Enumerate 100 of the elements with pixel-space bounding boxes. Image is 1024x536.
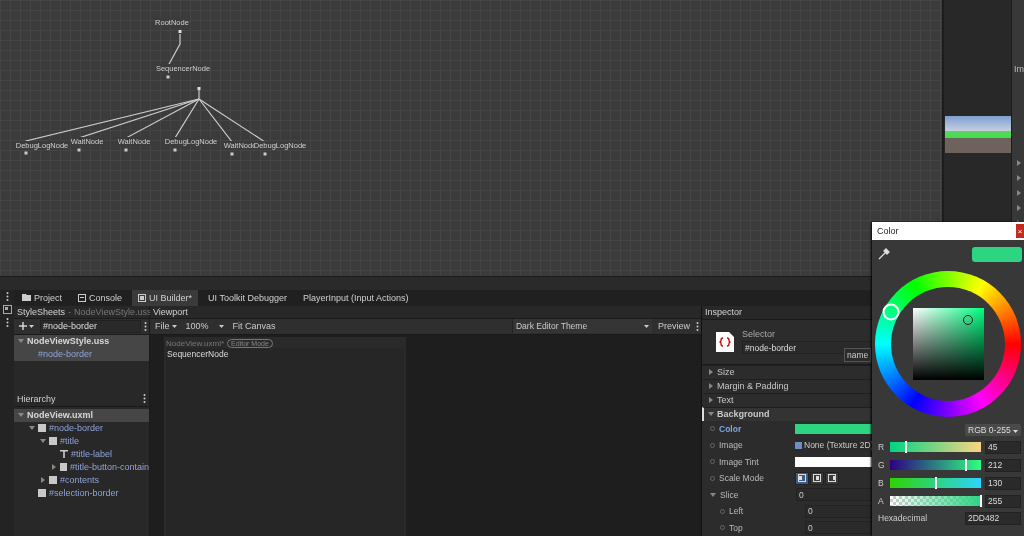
collapsed-arrow-icon[interactable] bbox=[708, 383, 714, 389]
saturation-value-square[interactable] bbox=[912, 308, 984, 380]
port-icon[interactable] bbox=[124, 148, 128, 152]
tree-row[interactable]: NodeView.uxml bbox=[14, 408, 149, 422]
eyedropper-icon[interactable] bbox=[878, 248, 890, 260]
channel-label: B bbox=[878, 478, 885, 488]
collapsed-arrow-icon[interactable] bbox=[1016, 205, 1022, 211]
panel-title: Im bbox=[1013, 64, 1024, 74]
selector-field[interactable]: #node-border bbox=[40, 319, 141, 333]
expanded-arrow-icon[interactable] bbox=[29, 425, 35, 431]
collapsed-arrow-icon[interactable] bbox=[1016, 190, 1022, 196]
override-indicator-icon bbox=[710, 459, 715, 465]
node-title-text: SequencerNode bbox=[167, 348, 229, 359]
panel-tab[interactable]: Project bbox=[16, 289, 68, 306]
scale-mode-button[interactable] bbox=[795, 471, 809, 485]
channel-value-field[interactable]: 255 bbox=[985, 494, 1021, 508]
collapsed-arrow-icon[interactable] bbox=[708, 397, 714, 403]
port-icon[interactable] bbox=[230, 152, 234, 156]
expanded-arrow-icon[interactable] bbox=[18, 338, 24, 344]
console-icon bbox=[78, 293, 86, 302]
channel-value-field[interactable]: 45 bbox=[985, 440, 1021, 454]
port-icon[interactable] bbox=[197, 87, 201, 90]
channel-value-field[interactable]: 212 bbox=[985, 458, 1021, 472]
more-options-icon[interactable] bbox=[144, 321, 147, 331]
more-options-icon[interactable] bbox=[5, 317, 9, 327]
folder-icon bbox=[22, 294, 31, 301]
port-icon[interactable] bbox=[263, 152, 267, 156]
override-indicator-icon bbox=[710, 442, 715, 448]
fit-canvas-button[interactable]: Fit Canvas bbox=[229, 319, 279, 333]
property-label: Top bbox=[729, 522, 744, 533]
tree-row[interactable]: #selection-border bbox=[14, 486, 149, 500]
file-menu[interactable]: File bbox=[152, 319, 180, 333]
channel-label: R bbox=[878, 442, 886, 452]
texture-icon bbox=[795, 441, 802, 449]
tree-item-label: #node-border bbox=[49, 423, 104, 433]
scale-mode-button[interactable] bbox=[810, 471, 824, 485]
tree-item-label: #title bbox=[60, 436, 79, 446]
property-label: Color bbox=[719, 423, 743, 434]
port-icon[interactable] bbox=[24, 151, 28, 155]
tree-row[interactable]: #title-label bbox=[14, 447, 149, 461]
panel-tab[interactable]: UI Toolkit Debugger bbox=[202, 289, 293, 306]
expanded-arrow-icon[interactable] bbox=[40, 438, 46, 444]
channel-slider[interactable] bbox=[890, 478, 981, 488]
window-title: Color bbox=[877, 226, 899, 236]
hex-field[interactable]: 2DD482 bbox=[965, 511, 1021, 525]
tree-row[interactable]: #node-border bbox=[14, 421, 149, 435]
channel-slider[interactable] bbox=[890, 496, 981, 506]
channel-value-field[interactable]: 130 bbox=[985, 476, 1021, 490]
port-icon[interactable] bbox=[77, 148, 81, 152]
add-dropdown-button[interactable] bbox=[16, 319, 37, 333]
window-icon bbox=[138, 293, 147, 302]
port-icon[interactable] bbox=[178, 30, 182, 33]
expanded-arrow-icon[interactable] bbox=[18, 412, 24, 418]
tree-item-label: #title-label bbox=[71, 449, 113, 459]
collapsed-arrow-icon[interactable] bbox=[51, 464, 57, 470]
override-indicator-icon bbox=[710, 426, 715, 432]
slider-thumb[interactable] bbox=[964, 459, 967, 471]
override-indicator-icon bbox=[720, 525, 725, 531]
tree-row[interactable]: #contents bbox=[14, 473, 149, 487]
panel-title: Hierarchy bbox=[17, 393, 56, 404]
scale-mode-button[interactable] bbox=[825, 471, 839, 485]
property-label: Left bbox=[729, 506, 745, 517]
expanded-arrow-icon[interactable] bbox=[708, 411, 714, 417]
slider-thumb[interactable] bbox=[935, 477, 938, 489]
text-element-icon bbox=[60, 450, 68, 458]
port-icon[interactable] bbox=[173, 148, 177, 152]
separator-text: - bbox=[68, 306, 72, 317]
selector-heading: Selector bbox=[742, 329, 777, 339]
caret-icon bbox=[218, 324, 224, 328]
panel-title: StyleSheets bbox=[17, 306, 66, 317]
window-icon[interactable] bbox=[2, 304, 12, 314]
collapsed-arrow-icon[interactable] bbox=[1016, 160, 1022, 166]
preview-button[interactable]: Preview bbox=[655, 319, 693, 333]
property-label: Image Tint bbox=[719, 456, 760, 467]
port-icon[interactable] bbox=[166, 75, 170, 79]
tree-row[interactable]: #title-button-contain bbox=[14, 460, 149, 474]
more-options-icon[interactable] bbox=[5, 291, 9, 301]
theme-dropdown[interactable]: Dark Editor Theme bbox=[512, 319, 652, 333]
expanded-arrow-icon[interactable] bbox=[710, 491, 716, 498]
caret-icon bbox=[644, 324, 649, 328]
collapsed-arrow-icon[interactable] bbox=[40, 477, 46, 483]
tree-item-label: #node-border bbox=[38, 349, 93, 359]
panel-tab[interactable]: PlayerInput (Input Actions) bbox=[296, 289, 415, 306]
color-mode-dropdown[interactable]: RGB 0-255 bbox=[965, 424, 1021, 436]
caret-icon bbox=[1013, 430, 1018, 433]
channel-slider[interactable] bbox=[890, 442, 981, 452]
close-button[interactable]: × bbox=[1016, 224, 1024, 238]
zoom-dropdown[interactable]: 100% bbox=[182, 319, 227, 333]
tree-item-label: #title-button-contain bbox=[69, 462, 149, 472]
connection-line bbox=[167, 33, 181, 67]
hue-marker[interactable] bbox=[882, 303, 900, 321]
collapsed-arrow-icon[interactable] bbox=[708, 369, 714, 375]
channel-slider[interactable] bbox=[890, 460, 981, 470]
collapsed-arrow-icon[interactable] bbox=[1016, 175, 1022, 181]
tree-item-label: NodeViewStyle.uss bbox=[27, 336, 110, 346]
more-options-icon[interactable] bbox=[143, 394, 146, 403]
panel-tab[interactable]: Console bbox=[72, 289, 129, 306]
tree-row[interactable]: #title bbox=[14, 434, 149, 448]
caret-icon bbox=[171, 324, 177, 328]
more-options-icon[interactable] bbox=[696, 321, 699, 331]
